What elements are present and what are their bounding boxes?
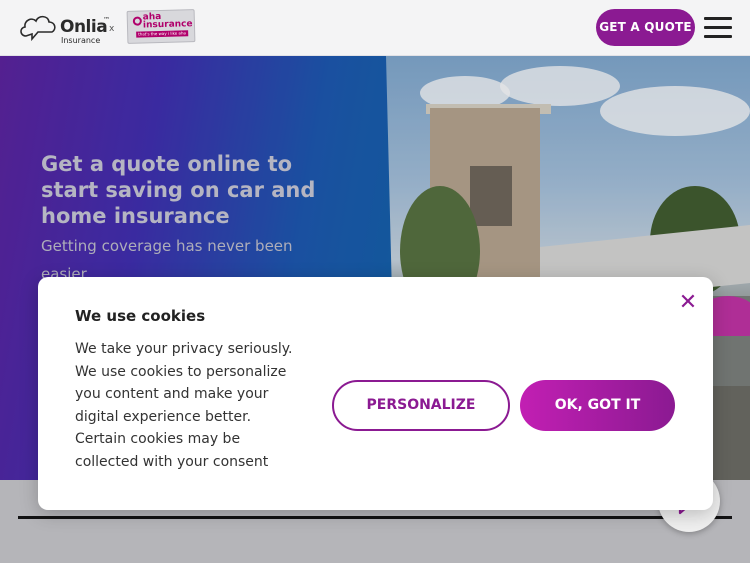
cloud-logo-icon xyxy=(20,15,56,42)
partner-tagline: that's the way i like aha xyxy=(138,30,186,37)
onlia-logo[interactable]: Onlia ™ Insurance xyxy=(18,10,110,46)
cookie-dialog-body: We take your privacy seriously. We use c… xyxy=(75,341,293,470)
aha-insurance-logo: aha insurance that's the way i like aha xyxy=(126,9,196,44)
ok-got-it-button[interactable]: OK, GOT IT xyxy=(520,380,675,431)
personalize-button[interactable]: PERSONALIZE xyxy=(332,380,510,431)
logo-separator: x xyxy=(109,24,115,34)
cookie-dialog-title: We use cookies xyxy=(75,307,206,325)
brand-name: Onlia xyxy=(60,17,108,37)
cookie-dialog: We use cookies We take your privacy seri… xyxy=(38,277,713,510)
brand-trademark: ™ xyxy=(103,16,110,24)
aha-circle-icon xyxy=(132,16,142,26)
get-a-quote-button[interactable]: GET A QUOTE xyxy=(596,9,695,46)
close-icon[interactable]: ✕ xyxy=(676,291,700,315)
partner-name: aha insurance xyxy=(142,11,193,31)
site-header: Onlia ™ Insurance x aha insurance that's… xyxy=(0,0,750,56)
hamburger-icon[interactable] xyxy=(702,14,734,42)
partner-tagline-bar: that's the way i like aha xyxy=(136,30,189,38)
brand-sub: Insurance xyxy=(61,36,101,45)
